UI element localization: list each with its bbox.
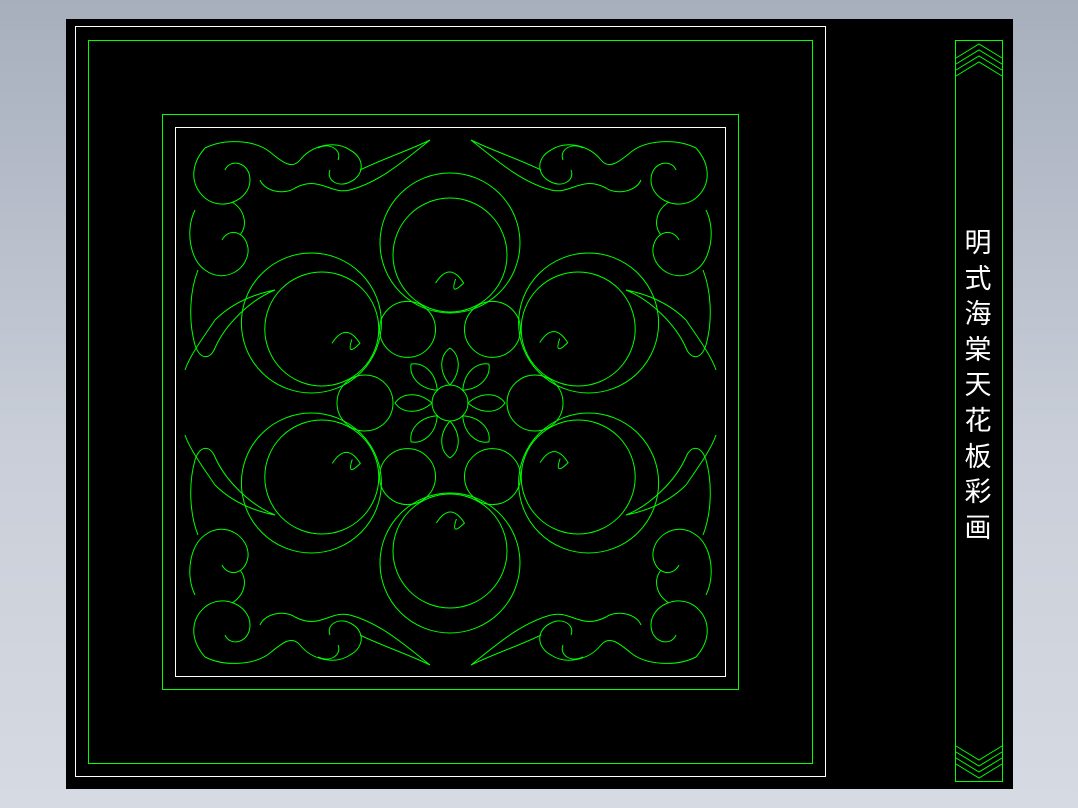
ceiling-panel-drawing <box>75 26 1003 782</box>
central-medallion <box>240 172 660 634</box>
outer-green-border <box>88 40 813 764</box>
scroll-curl <box>331 331 361 350</box>
inner-cloud-lobe <box>336 374 394 432</box>
inner-cloud-lobe <box>379 300 436 358</box>
inner-cloud-lobe <box>464 300 521 358</box>
scroll-curl <box>331 451 361 470</box>
title-strip-top-chevrons <box>955 43 1003 77</box>
scroll-curl <box>539 331 569 350</box>
drawing-title: 明式海棠天花板彩画 <box>964 228 992 544</box>
medallion-lobe <box>379 492 521 634</box>
inner-white-frame <box>175 127 726 677</box>
medallion-lobe <box>240 252 382 394</box>
flower-petal <box>441 420 459 459</box>
flower-petal <box>394 394 433 412</box>
scroll-curl <box>435 511 466 530</box>
medallion-lobe <box>392 197 508 313</box>
title-strip-bottom-chevrons <box>955 745 1003 779</box>
medallion-lobe <box>379 172 521 314</box>
inner-cloud-lobe <box>506 374 564 432</box>
flower-center-disc <box>431 384 469 422</box>
flower-petal <box>467 394 506 412</box>
medallion-lobe <box>264 419 380 535</box>
corner-cloud-ornaments <box>184 139 717 666</box>
medallion-lobe <box>240 412 382 554</box>
inner-cloud-lobe <box>379 448 436 506</box>
medallion-lobe <box>520 271 636 387</box>
medallion-lobe <box>518 252 660 394</box>
scroll-curl <box>435 271 465 290</box>
medallion-lobe <box>518 412 660 554</box>
cloud-ornament-top-right <box>470 139 717 371</box>
scroll-curl <box>539 451 569 470</box>
inner-green-border <box>162 114 739 690</box>
outer-frame <box>75 26 826 777</box>
medallion-lobe <box>264 271 380 387</box>
inner-cloud-lobe <box>464 448 521 506</box>
cloud-ornament-bottom-right <box>470 434 717 666</box>
flower-petal <box>441 347 459 386</box>
medallion-lobe <box>520 419 636 535</box>
medallion-lobe <box>392 493 508 609</box>
